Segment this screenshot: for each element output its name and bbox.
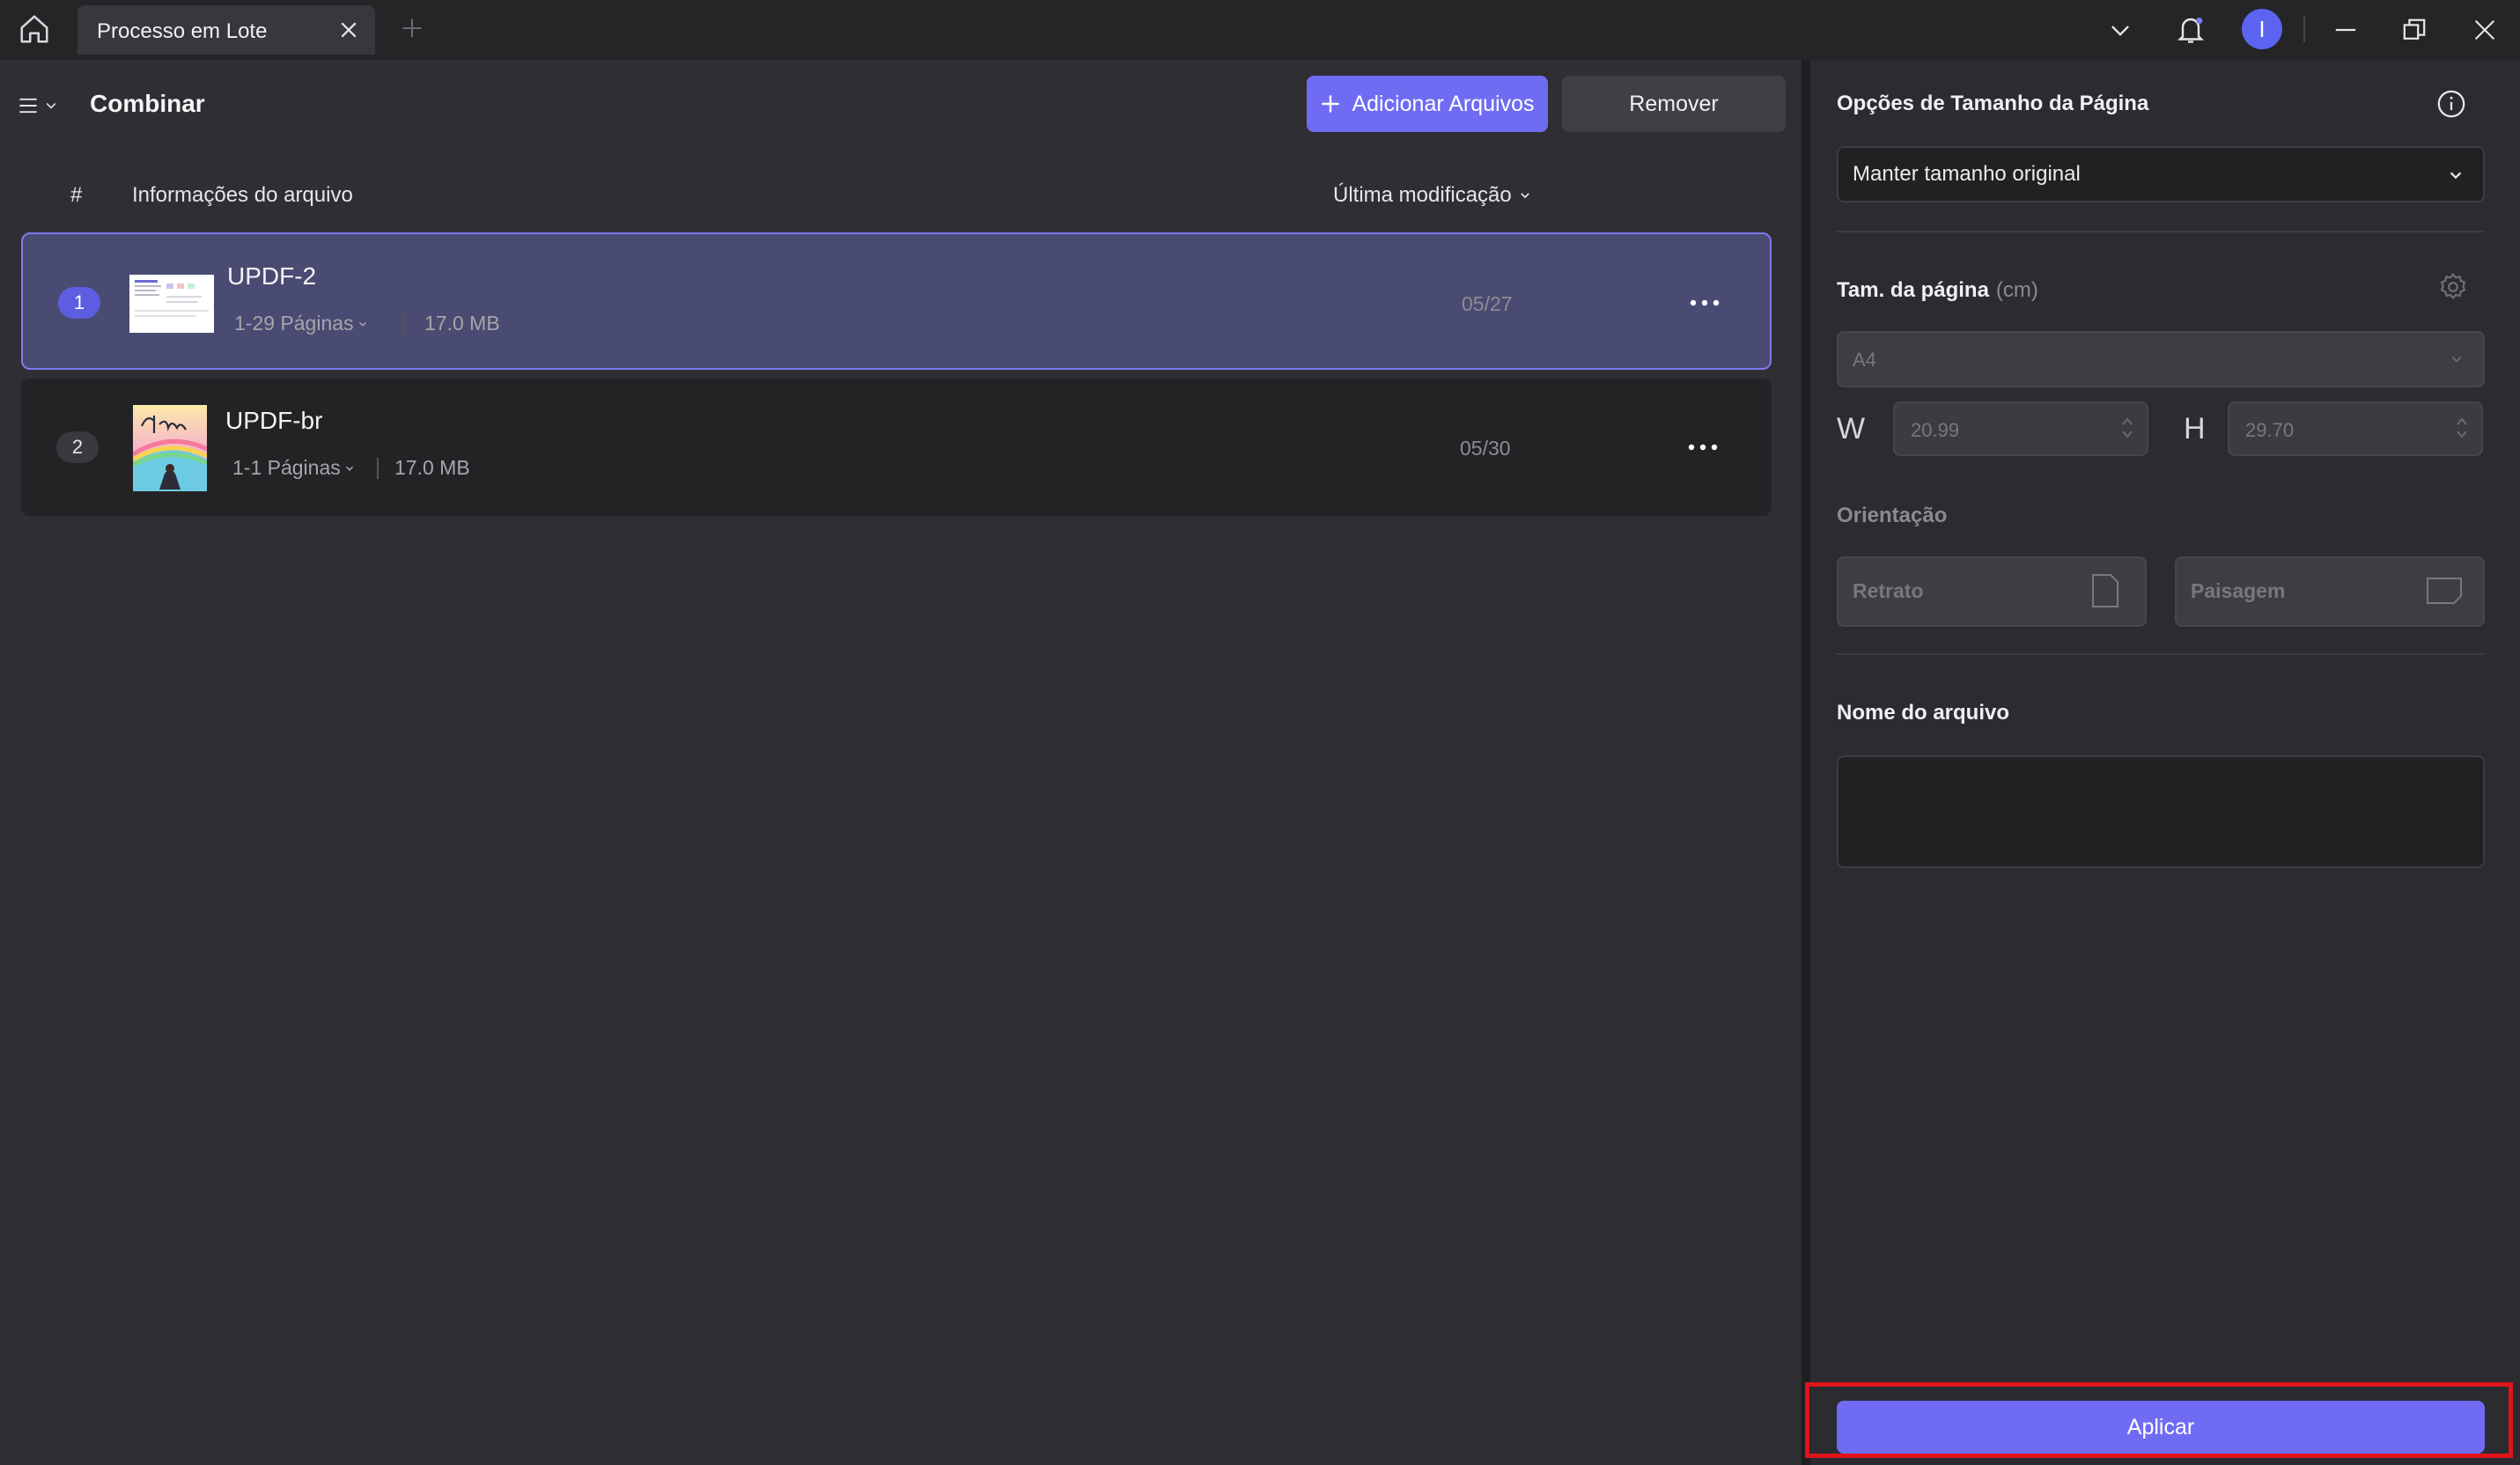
file-thumbnail xyxy=(129,261,215,347)
home-button[interactable] xyxy=(14,9,55,49)
tab-label: Processo em Lote xyxy=(97,19,268,43)
file-name-heading: Nome do arquivo xyxy=(1837,701,2010,725)
page-size-settings-button[interactable] xyxy=(2435,269,2471,305)
page-size-unit: (cm) xyxy=(1995,278,2038,302)
height-value: 29.70 xyxy=(2245,419,2295,441)
column-header-file-info: Informações do arquivo xyxy=(132,183,353,207)
landscape-option[interactable]: Paisagem xyxy=(2175,556,2485,627)
pane-divider[interactable] xyxy=(1802,60,1810,1465)
table-row[interactable]: 2 UPDF-br 1-1 Páginas 17.0 MB 05/30 xyxy=(21,379,1772,516)
file-thumbnail xyxy=(127,405,213,491)
portrait-page-icon xyxy=(2092,574,2118,607)
chevron-down-icon xyxy=(345,466,353,471)
size-option-value: Manter tamanho original xyxy=(1853,162,2081,186)
width-input[interactable]: 20.99 xyxy=(1893,401,2148,456)
divider xyxy=(1837,653,2485,655)
add-files-label: Adicionar Arquivos xyxy=(1352,91,1535,116)
notifications-button[interactable] xyxy=(2171,11,2210,49)
titlebar-separator xyxy=(2303,16,2305,42)
orientation-heading: Orientação xyxy=(1837,504,1948,527)
settings-panel: Opções de Tamanho da Página Manter taman… xyxy=(1810,60,2520,1465)
height-label: H xyxy=(2184,412,2206,445)
restore-button[interactable] xyxy=(2395,11,2434,49)
remove-button[interactable]: Remover xyxy=(1562,76,1786,132)
row-index: 1 xyxy=(58,287,100,319)
travel-thumbnail-icon xyxy=(133,405,207,491)
divider xyxy=(1837,231,2485,232)
minimize-button[interactable] xyxy=(2326,11,2365,49)
page-title: Combinar xyxy=(90,90,205,117)
document-thumbnail-icon xyxy=(129,275,214,333)
info-icon xyxy=(2437,90,2465,118)
bell-icon xyxy=(2177,17,2204,43)
width-value: 20.99 xyxy=(1911,419,1960,441)
chevron-down-icon xyxy=(2450,172,2462,180)
more-options-button[interactable] xyxy=(1684,431,1722,463)
page-size-options-heading: Opções de Tamanho da Página xyxy=(1837,92,2149,115)
size-option-select[interactable]: Manter tamanho original xyxy=(1837,146,2485,202)
chevron-down-icon xyxy=(2451,356,2462,363)
spinner-icon xyxy=(2122,417,2133,438)
minimize-icon xyxy=(2335,28,2356,32)
column-header-last-modified-label: Última modificação xyxy=(1333,183,1512,207)
file-name: UPDF-2 xyxy=(227,262,317,290)
chevron-down-icon xyxy=(2111,26,2129,36)
avatar[interactable]: I xyxy=(2242,9,2282,49)
chevron-down-icon xyxy=(1520,193,1529,199)
more-horizontal-icon xyxy=(1688,444,1718,451)
restore-icon xyxy=(2403,18,2426,40)
column-header-index: # xyxy=(70,183,83,207)
home-icon xyxy=(20,15,48,43)
apply-highlight-box xyxy=(1805,1382,2513,1458)
chevron-down-icon xyxy=(358,321,366,327)
tabs-dropdown-button[interactable] xyxy=(2101,11,2140,49)
tab-close-button[interactable] xyxy=(335,16,363,44)
menu-button[interactable] xyxy=(18,88,67,123)
chevron-down-icon xyxy=(46,103,56,109)
paper-size-value: A4 xyxy=(1853,349,1876,371)
page-size-heading: Tam. da página (cm) xyxy=(1837,278,2038,303)
tab-batch-process[interactable]: Processo em Lote xyxy=(77,5,375,55)
portrait-label: Retrato xyxy=(1853,579,1924,602)
more-horizontal-icon xyxy=(1690,299,1720,306)
info-button[interactable] xyxy=(2434,86,2469,121)
portrait-option[interactable]: Retrato xyxy=(1837,556,2147,627)
add-files-button[interactable]: Adicionar Arquivos xyxy=(1307,76,1548,132)
spinner-icon xyxy=(2457,417,2467,438)
close-window-icon xyxy=(2474,19,2495,40)
list-icon xyxy=(19,98,37,114)
gear-icon xyxy=(2440,273,2466,300)
close-window-button[interactable] xyxy=(2465,11,2504,49)
close-icon xyxy=(341,22,357,38)
file-size: 17.0 MB xyxy=(394,456,470,479)
landscape-label: Paisagem xyxy=(2191,579,2286,602)
page-range-select[interactable]: 1-29 Páginas xyxy=(234,312,368,335)
file-name: UPDF-br xyxy=(225,407,323,434)
page-size-label: Tam. da página xyxy=(1837,278,1989,302)
table-row[interactable]: 1 UPDF-2 1-29 Páginas 17.0 MB 05/27 xyxy=(21,232,1772,370)
page-range-label: 1-1 Páginas xyxy=(232,456,341,479)
file-list-pane: Combinar Adicionar Arquivos Remover # In… xyxy=(0,60,1802,1465)
width-label: W xyxy=(1837,412,1866,445)
plus-icon xyxy=(402,18,422,38)
file-name-input[interactable] xyxy=(1837,755,2485,868)
row-index: 2 xyxy=(56,431,99,463)
modified-date: 05/30 xyxy=(1460,437,1511,460)
more-options-button[interactable] xyxy=(1685,287,1724,319)
page-range-select[interactable]: 1-1 Páginas xyxy=(232,456,355,480)
landscape-page-icon xyxy=(2427,578,2462,604)
new-tab-button[interactable] xyxy=(396,12,428,44)
modified-date: 05/27 xyxy=(1462,292,1513,315)
page-range-label: 1-29 Páginas xyxy=(234,312,354,335)
height-input[interactable]: 29.70 xyxy=(2228,401,2483,456)
plus-icon xyxy=(1322,95,1340,113)
paper-size-select[interactable]: A4 xyxy=(1837,331,2485,387)
file-size: 17.0 MB xyxy=(424,312,500,335)
column-header-last-modified[interactable]: Última modificação xyxy=(1333,183,1531,208)
title-bar: Processo em Lote I xyxy=(0,0,2520,60)
